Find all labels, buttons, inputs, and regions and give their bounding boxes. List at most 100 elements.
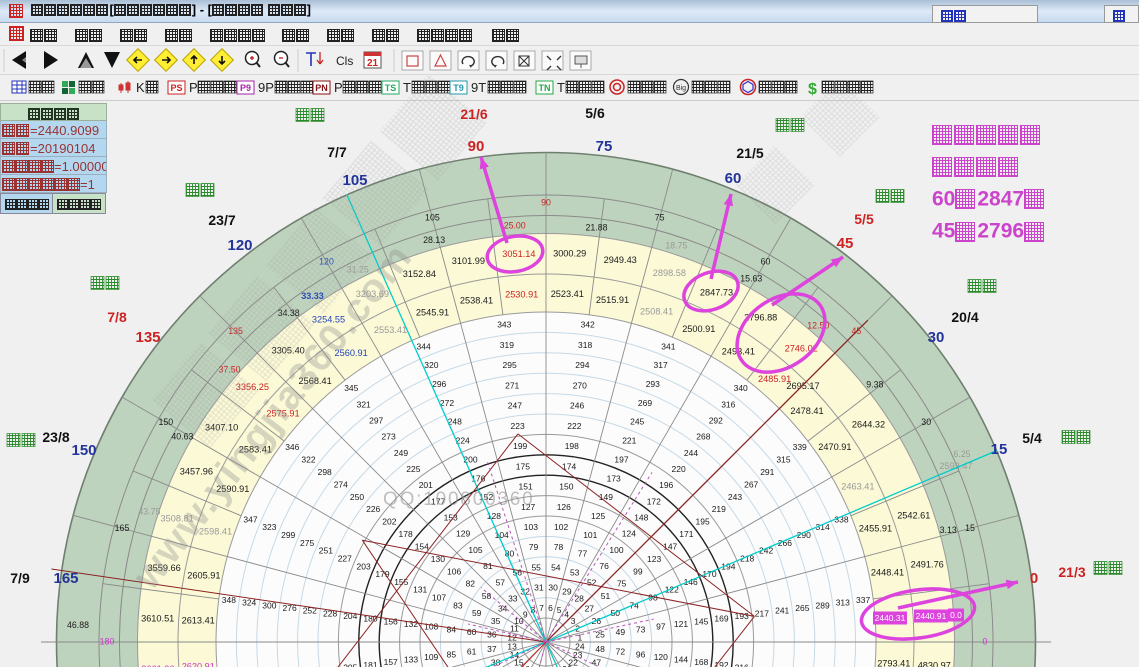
svg-text:3000.29: 3000.29 <box>553 249 586 259</box>
svg-text:3051.14: 3051.14 <box>502 249 535 259</box>
svg-text:25.00: 25.00 <box>504 221 526 231</box>
svg-text:269: 269 <box>638 398 652 408</box>
svg-text:2491.76: 2491.76 <box>911 559 944 569</box>
svg-text:7/7: 7/7 <box>327 144 347 160</box>
svg-text:4830.97: 4830.97 <box>918 661 951 667</box>
svg-text:23/8: 23/8 <box>42 429 69 445</box>
svg-text:2530.91: 2530.91 <box>505 289 538 299</box>
svg-text:196: 196 <box>659 480 673 490</box>
svg-text:109: 109 <box>424 652 438 662</box>
svg-text:78: 78 <box>554 542 564 552</box>
svg-text:5/4: 5/4 <box>1022 430 1042 446</box>
svg-text:73: 73 <box>636 624 646 634</box>
svg-text:2949.43: 2949.43 <box>604 255 637 265</box>
svg-text:45: 45 <box>837 235 854 252</box>
svg-text:316: 316 <box>721 399 735 409</box>
svg-text:30: 30 <box>548 583 558 593</box>
svg-text:48: 48 <box>595 644 605 654</box>
svg-text:3: 3 <box>571 616 576 626</box>
svg-text:180: 180 <box>100 637 115 647</box>
svg-text:77: 77 <box>578 549 588 559</box>
svg-text:2440.31: 2440.31 <box>875 613 906 623</box>
svg-text:102: 102 <box>554 522 568 532</box>
svg-text:0.0: 0.0 <box>950 610 962 620</box>
svg-text:3101.99: 3101.99 <box>452 256 485 266</box>
svg-text:2545.91: 2545.91 <box>416 308 449 318</box>
svg-text:105: 105 <box>342 172 367 189</box>
svg-text:289: 289 <box>816 600 830 610</box>
svg-text:2605.91: 2605.91 <box>187 571 220 581</box>
svg-text:267: 267 <box>744 479 758 489</box>
svg-text:165: 165 <box>115 523 130 533</box>
svg-text:319: 319 <box>500 340 514 350</box>
svg-text:216: 216 <box>735 663 749 667</box>
svg-text:197: 197 <box>614 454 628 464</box>
svg-text:2793.41: 2793.41 <box>877 658 910 667</box>
svg-text:173: 173 <box>607 473 621 483</box>
svg-text:271: 271 <box>505 380 519 390</box>
svg-text:0: 0 <box>1030 570 1038 587</box>
svg-text:81: 81 <box>483 561 493 571</box>
svg-text:148: 148 <box>634 513 648 523</box>
svg-text:5: 5 <box>557 605 562 615</box>
svg-text:79: 79 <box>529 542 539 552</box>
svg-text:181: 181 <box>363 660 377 667</box>
svg-text:318: 318 <box>578 340 592 350</box>
svg-text:243: 243 <box>728 492 742 502</box>
svg-text:294: 294 <box>575 360 589 370</box>
svg-text:268: 268 <box>696 432 710 442</box>
svg-text:2538.41: 2538.41 <box>460 296 493 306</box>
svg-text:296: 296 <box>432 379 446 389</box>
svg-text:2448.41: 2448.41 <box>871 568 904 578</box>
svg-text:342: 342 <box>581 320 595 330</box>
svg-text:75: 75 <box>617 579 627 589</box>
svg-text:347: 347 <box>243 514 257 524</box>
svg-text:37: 37 <box>487 644 497 654</box>
svg-text:346: 346 <box>285 442 299 452</box>
svg-text:199: 199 <box>513 441 527 451</box>
svg-text:249: 249 <box>394 448 408 458</box>
svg-text:251: 251 <box>319 546 333 556</box>
svg-text:2644.32: 2644.32 <box>852 420 885 430</box>
svg-text:2542.61: 2542.61 <box>897 510 930 520</box>
svg-text:321: 321 <box>357 399 371 409</box>
svg-text:76: 76 <box>599 561 609 571</box>
svg-text:195: 195 <box>696 517 710 527</box>
svg-text:105: 105 <box>468 545 482 555</box>
svg-text:2847.73: 2847.73 <box>700 287 733 297</box>
svg-text:34: 34 <box>498 604 508 614</box>
svg-text:25: 25 <box>595 630 605 640</box>
svg-text:18.75: 18.75 <box>665 240 687 250</box>
svg-text:120: 120 <box>654 652 668 662</box>
svg-text:345: 345 <box>344 383 358 393</box>
svg-text:322: 322 <box>301 455 315 465</box>
svg-text:219: 219 <box>712 504 726 514</box>
svg-text:29: 29 <box>562 586 572 596</box>
svg-text:3.13: 3.13 <box>940 525 957 535</box>
svg-text:241: 241 <box>775 606 789 616</box>
svg-text:171: 171 <box>679 529 693 539</box>
svg-text:293: 293 <box>646 379 660 389</box>
svg-text:348: 348 <box>222 595 236 605</box>
svg-text:2508.41: 2508.41 <box>640 307 673 317</box>
svg-text:2695.17: 2695.17 <box>786 381 819 391</box>
svg-text:2620.91: 2620.91 <box>182 661 215 667</box>
svg-text:203: 203 <box>357 561 371 571</box>
svg-text:125: 125 <box>591 511 605 521</box>
svg-text:131: 131 <box>413 585 427 595</box>
svg-text:150: 150 <box>71 442 96 459</box>
svg-text:30: 30 <box>921 417 931 427</box>
svg-text:270: 270 <box>573 380 587 390</box>
svg-text:2478.41: 2478.41 <box>790 406 823 416</box>
svg-text:337: 337 <box>856 595 870 605</box>
svg-text:246: 246 <box>570 401 584 411</box>
svg-text:154: 154 <box>415 542 429 552</box>
svg-text:2613.41: 2613.41 <box>182 616 215 626</box>
svg-text:84: 84 <box>447 624 457 634</box>
svg-text:90: 90 <box>541 198 551 208</box>
svg-text:3610.51: 3610.51 <box>141 613 174 623</box>
svg-text:175: 175 <box>516 461 530 471</box>
svg-text:59: 59 <box>472 608 482 618</box>
svg-text:0: 0 <box>983 637 988 647</box>
svg-text:5/5: 5/5 <box>854 211 874 227</box>
